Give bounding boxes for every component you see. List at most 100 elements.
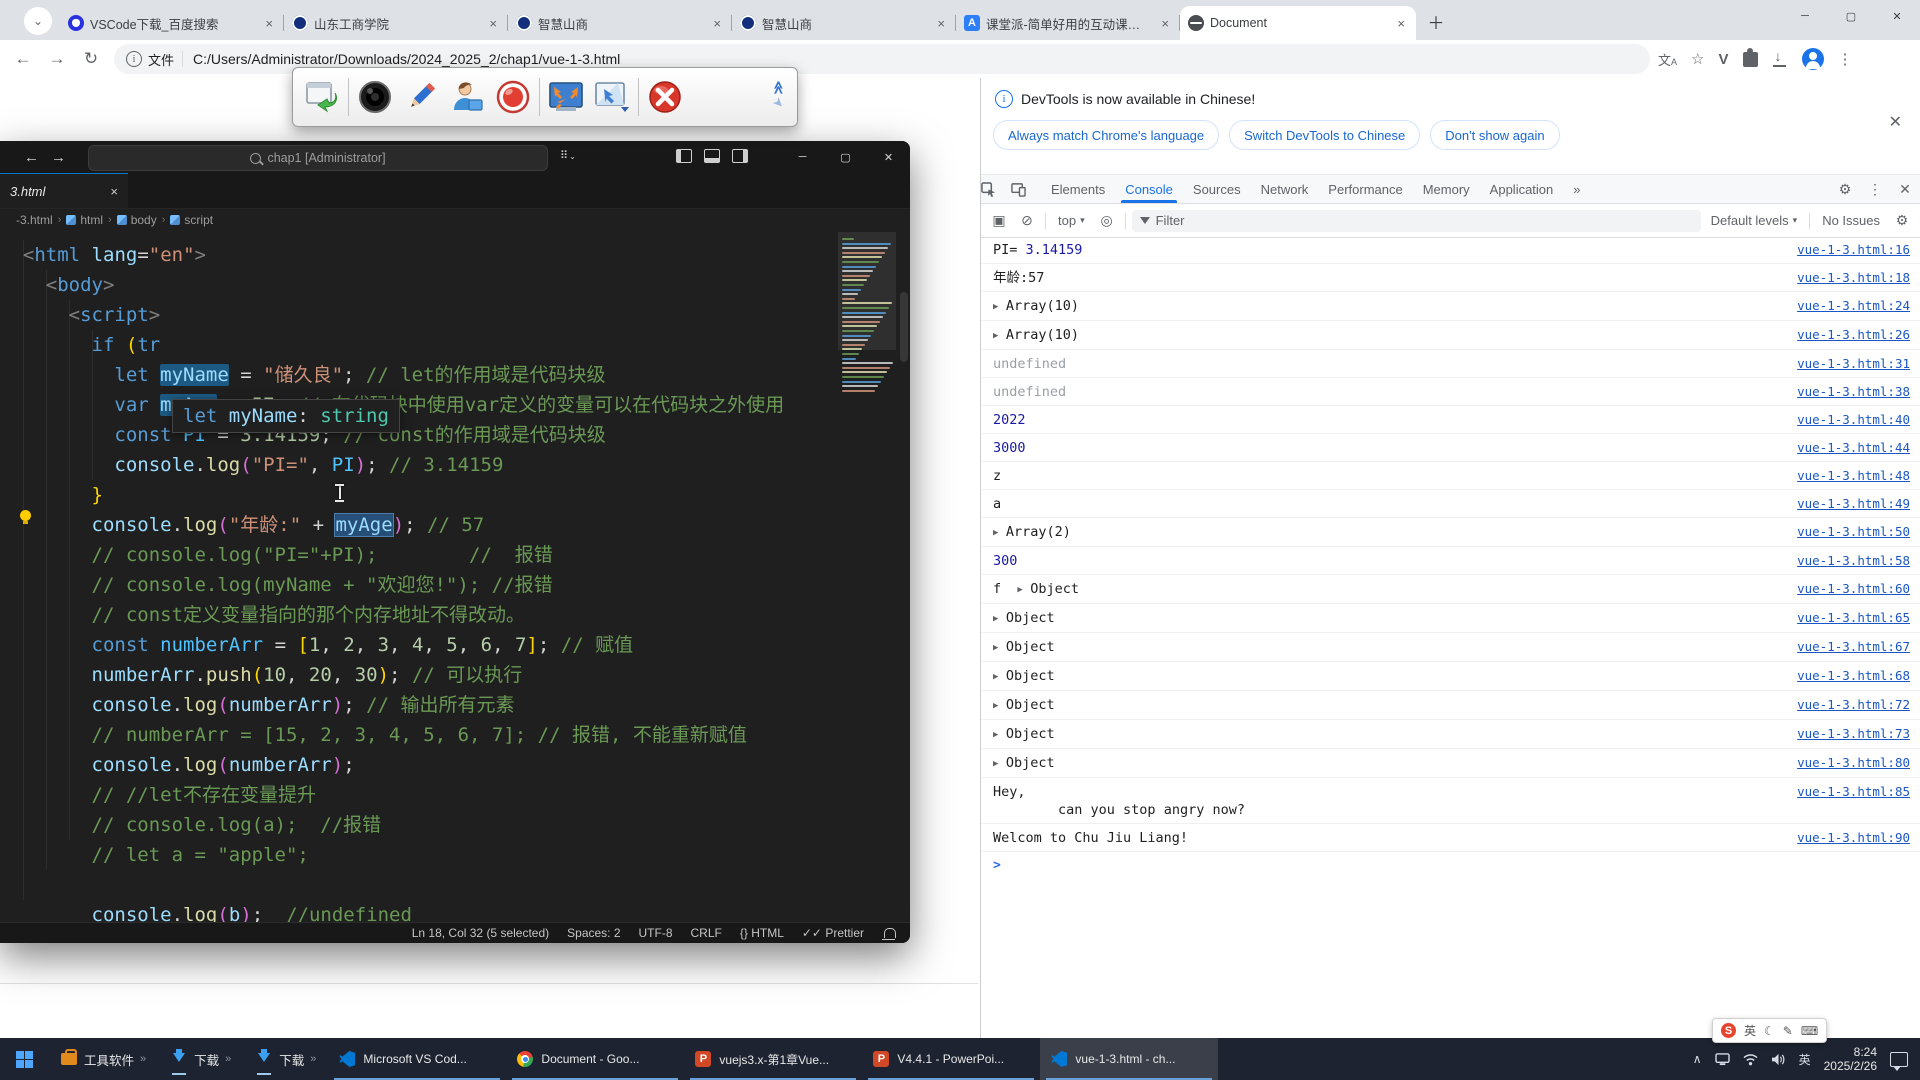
console-source-link[interactable]: vue-1-3.html:16 [1797,241,1910,259]
chrome-menu-icon[interactable]: ⋮ [1838,50,1853,68]
console-source-link[interactable]: vue-1-3.html:60 [1797,580,1910,598]
tab-close-icon[interactable]: × [710,16,724,31]
sogou-ime-bar[interactable]: S 英 ☾ ✎ ⌨ [1712,1018,1827,1043]
banner-close-icon[interactable]: ✕ [1889,112,1902,132]
console-row[interactable]: 2022vue-1-3.html:40 [981,406,1920,434]
downloads-icon[interactable] [1772,51,1788,67]
status-item[interactable]: ✓✓ Prettier [802,926,864,940]
tab-close-icon[interactable]: × [486,16,500,31]
editor-scrollbar[interactable] [900,292,908,362]
vscode-minimize-button[interactable]: ─ [781,141,824,173]
console-row[interactable]: ▶ Objectvue-1-3.html:72 [981,691,1920,720]
devtools-tab-elements[interactable]: Elements [1041,175,1115,203]
taskbar-clock[interactable]: 8:24 2025/2/26 [1824,1045,1877,1073]
translate-icon[interactable]: 文A [1658,50,1677,69]
profile-avatar[interactable] [1802,48,1824,70]
console-source-link[interactable]: vue-1-3.html:31 [1797,355,1910,373]
notification-chat-icon[interactable] [1890,1052,1908,1067]
record-icon[interactable] [490,75,536,119]
console-source-link[interactable]: vue-1-3.html:67 [1797,638,1910,656]
devtools-kebab-icon[interactable]: ⋮ [1860,181,1890,198]
console-row[interactable]: ▶ Objectvue-1-3.html:73 [981,720,1920,749]
status-item[interactable]: Ln 18, Col 32 (5 selected) [412,926,549,940]
console-row[interactable]: ▶ Objectvue-1-3.html:65 [981,604,1920,633]
reload-button[interactable]: ↻ [74,49,108,69]
console-source-link[interactable]: vue-1-3.html:58 [1797,552,1910,570]
console-source-link[interactable]: vue-1-3.html:90 [1797,829,1910,847]
vscode-forward-icon[interactable]: → [45,149,72,166]
ime-indicator[interactable]: 英 [1799,1051,1811,1068]
console-source-link[interactable]: vue-1-3.html:40 [1797,411,1910,429]
banner-button[interactable]: Don't show again [1430,120,1559,150]
console-settings-icon[interactable]: ⚙ [1890,212,1914,229]
taskbar-toolbar-toolbox[interactable]: 工具软件» [48,1038,158,1080]
console-row[interactable]: avue-1-3.html:49 [981,490,1920,518]
banner-button[interactable]: Switch DevTools to Chinese [1229,120,1420,150]
console-source-link[interactable]: vue-1-3.html:85 [1797,783,1910,801]
browser-tab[interactable]: 智慧山商× [732,6,956,40]
ime-mode-label[interactable]: 英 [1744,1022,1756,1039]
console-source-link[interactable]: vue-1-3.html:38 [1797,383,1910,401]
code-line[interactable]: <html lang="en"> [0,240,784,270]
code-line[interactable]: // //let不存在变量提升 [0,780,784,810]
code-line[interactable]: } [0,480,784,510]
devtools-tab-memory[interactable]: Memory [1413,175,1480,203]
page-info-icon[interactable]: i [126,51,142,67]
minimize-button[interactable]: ─ [1782,0,1828,32]
notifications-bell-icon[interactable] [884,928,896,938]
console-source-link[interactable]: vue-1-3.html:68 [1797,667,1910,685]
console-row[interactable]: f ▶ Objectvue-1-3.html:60 [981,575,1920,604]
taskbar-toolbar-download[interactable]: 下载» [158,1038,243,1080]
devtools-tab-sources[interactable]: Sources [1183,175,1251,203]
console-row[interactable]: undefinedvue-1-3.html:38 [981,378,1920,406]
console-row[interactable]: ▶ Array(10)vue-1-3.html:26 [981,321,1920,350]
tab-close-icon[interactable]: × [1158,16,1172,31]
tray-chevron-icon[interactable]: ∧ [1693,1052,1702,1066]
maximize-button[interactable]: ▢ [1828,0,1874,32]
console-row[interactable]: ▶ Array(2)vue-1-3.html:50 [981,518,1920,547]
code-line[interactable]: // console.log(a); //报错 [0,810,784,840]
console-row[interactable]: Welcom to Chu Jiu Liang!vue-1-3.html:90 [981,824,1920,852]
fullscreen-icon[interactable] [543,75,589,119]
console-source-link[interactable]: vue-1-3.html:50 [1797,523,1910,541]
webcam-person-icon[interactable] [444,75,490,119]
code-line[interactable]: if (tr [0,330,784,360]
console-row[interactable]: 年龄:57vue-1-3.html:18 [981,264,1920,292]
status-item[interactable]: {} HTML [740,926,784,940]
console-source-link[interactable]: vue-1-3.html:49 [1797,495,1910,513]
clear-console-icon[interactable]: ⊘ [1015,212,1039,229]
taskbar-toolbar-download[interactable]: 下载» [243,1038,328,1080]
code-line[interactable]: // const定义变量指向的那个内存地址不得改动。 [0,600,784,630]
console-source-link[interactable]: vue-1-3.html:44 [1797,439,1910,457]
toolbar-overflow-icon[interactable]: » [225,1053,231,1065]
tab-search-button[interactable]: ⌄ [24,7,52,35]
code-line[interactable]: const numberArr = [1, 2, 3, 4, 5, 6, 7];… [0,630,784,660]
tab-close-icon[interactable]: × [934,16,948,31]
taskbar-app-button[interactable]: vue-1-3.html - ch... [1040,1038,1218,1080]
code-line[interactable]: console.log("年龄:" + myAge); // 57 [0,510,784,540]
tab-close-icon[interactable]: × [110,184,118,199]
breadcrumb-item[interactable]: body [117,213,157,227]
device-toolbar-icon[interactable] [1011,182,1041,197]
console-row[interactable]: zvue-1-3.html:48 [981,462,1920,490]
code-line[interactable]: <script> [0,300,784,330]
tab-close-icon[interactable]: × [1394,16,1408,31]
back-button[interactable]: ← [6,49,40,69]
vscode-maximize-button[interactable]: ▢ [824,141,867,173]
devtools-tab-performance[interactable]: Performance [1318,175,1412,203]
editor-tab[interactable]: 3.html × [0,173,128,208]
vscode-command-center[interactable]: chap1 [Administrator] [88,145,548,171]
console-source-link[interactable]: vue-1-3.html:80 [1797,754,1910,772]
region-icon[interactable] [589,75,635,119]
extension-v-icon[interactable]: V [1718,51,1728,68]
code-editor[interactable]: <html lang="en"> <body> <script> if (tr … [0,232,910,922]
console-row[interactable]: 300vue-1-3.html:58 [981,547,1920,575]
console-row[interactable]: undefinedvue-1-3.html:31 [981,350,1920,378]
status-item[interactable]: Spaces: 2 [567,926,620,940]
devtools-close-icon[interactable]: ✕ [1890,181,1920,198]
code-line[interactable]: // numberArr = [15, 2, 3, 4, 5, 6, 7]; /… [0,720,784,750]
code-line[interactable] [0,870,784,900]
browser-tab[interactable]: VSCode下载_百度搜索× [60,6,284,40]
code-line[interactable]: // let a = "apple"; [0,840,784,870]
vscode-close-button[interactable]: ✕ [867,141,910,173]
